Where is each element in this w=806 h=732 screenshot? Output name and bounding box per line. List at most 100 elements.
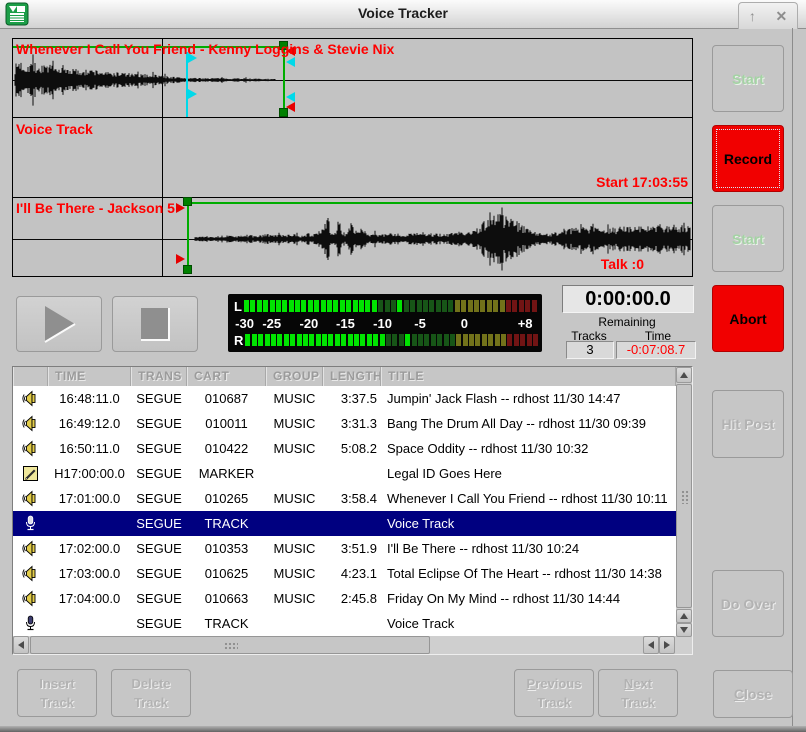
- play-button[interactable]: [16, 296, 102, 352]
- scroll-left-button-2[interactable]: [643, 636, 659, 654]
- meter-segment: [333, 300, 338, 312]
- delete-track-button[interactable]: DeleteTrack: [111, 669, 191, 717]
- track1-fade-end-handle-bottom[interactable]: [286, 92, 295, 102]
- hit-post-button[interactable]: Hit Post: [712, 390, 784, 458]
- log-row[interactable]: 16:49:12.0SEGUE010011MUSIC3:31.3Bang The…: [13, 411, 676, 436]
- log-rows: 16:48:11.0SEGUE010687MUSIC3:37.5Jumpin' …: [13, 386, 676, 638]
- log-cell-title: Voice Track: [381, 516, 676, 531]
- log-row-selected[interactable]: SEGUETRACKVoice Track: [13, 511, 676, 536]
- vertical-scrollbar[interactable]: [676, 367, 692, 654]
- meter-segment: [527, 334, 532, 346]
- log-cell-group: MUSIC: [266, 591, 323, 606]
- meter-scale-tick: 0: [461, 316, 468, 331]
- log-cell-title: Total Eclipse Of The Heart -- rdhost 11/…: [381, 566, 676, 581]
- meter-segment: [252, 334, 257, 346]
- log-cell-length: 5:08.2: [323, 441, 381, 456]
- scroll-right-button[interactable]: [659, 636, 675, 654]
- track3-start-handle-top[interactable]: [176, 203, 185, 213]
- log-cell-title: Friday On My Mind -- rdhost 11/30 14:44: [381, 591, 676, 606]
- track1-fade-handle-bottom[interactable]: [188, 89, 197, 99]
- speaker-icon: [13, 440, 48, 457]
- meter-segment: [475, 334, 480, 346]
- meter-segment: [295, 300, 300, 312]
- scroll-up-button[interactable]: [676, 367, 692, 383]
- track3-marker-handle-bottom[interactable]: [183, 265, 192, 274]
- track3-start-marker-line[interactable]: [187, 198, 189, 274]
- window-title: Voice Tracker: [0, 5, 806, 21]
- next-track-button[interactable]: NextTrack: [598, 669, 678, 717]
- track3-talk-time: Talk :0: [601, 256, 644, 272]
- meter-right-label: R: [234, 333, 243, 348]
- track3-start-handle-bottom[interactable]: [176, 254, 185, 264]
- meter-segment: [493, 300, 498, 312]
- stop-button[interactable]: [112, 296, 198, 352]
- log-cell-trans: SEGUE: [131, 566, 187, 581]
- window-bottom-edge: [0, 726, 806, 732]
- meter-segment: [380, 334, 385, 346]
- scroll-down-button[interactable]: [676, 623, 692, 637]
- meter-segment: [448, 300, 453, 312]
- log-row[interactable]: H17:00:00.0SEGUEMARKERLegal ID Goes Here: [13, 461, 676, 486]
- insert-track-button[interactable]: InsertTrack: [17, 669, 97, 717]
- log-cell-cart: 010625: [187, 566, 266, 581]
- record-button[interactable]: Record: [712, 125, 784, 192]
- log-header: TIME TRANS CART GROUP LENGTH TITLE: [13, 367, 676, 386]
- microphone-icon: [13, 515, 48, 532]
- meter-segment: [301, 300, 306, 312]
- meter-segment: [385, 300, 390, 312]
- log-cell-trans: SEGUE: [131, 416, 187, 431]
- horizontal-scroll-thumb[interactable]: [30, 636, 430, 654]
- close-window-icon[interactable]: ✕: [775, 9, 787, 23]
- log-cell-trans: SEGUE: [131, 516, 187, 531]
- log-row[interactable]: 16:48:11.0SEGUE010687MUSIC3:37.5Jumpin' …: [13, 386, 676, 411]
- log-cell-title: Voice Track: [381, 616, 676, 631]
- meter-segment: [314, 300, 319, 312]
- start-track1-button[interactable]: Start: [712, 45, 784, 112]
- track2-title: Voice Track: [16, 121, 93, 137]
- meter-segment: [250, 300, 255, 312]
- close-button[interactable]: Close: [713, 670, 793, 718]
- meter-segment: [322, 334, 327, 346]
- meter-segment: [271, 334, 276, 346]
- meter-segment: [282, 300, 287, 312]
- log-row[interactable]: 16:50:11.0SEGUE010422MUSIC5:08.2Space Od…: [13, 436, 676, 461]
- shade-window-icon[interactable]: ↑: [749, 9, 756, 23]
- meter-segment: [519, 300, 524, 312]
- do-over-button[interactable]: Do Over: [712, 570, 784, 637]
- track1-fade-end-handle-top[interactable]: [286, 57, 295, 67]
- previous-track-button[interactable]: PreviousTrack: [514, 669, 594, 717]
- log-row[interactable]: SEGUETRACKVoice Track: [13, 611, 676, 636]
- meter-segment: [488, 334, 493, 346]
- meter-scale-tick: -20: [299, 316, 318, 331]
- speaker-icon: [13, 590, 48, 607]
- log-row[interactable]: 17:01:00.0SEGUE010265MUSIC3:58.4Whenever…: [13, 486, 676, 511]
- meter-segment: [373, 334, 378, 346]
- meter-segment: [404, 300, 409, 312]
- vertical-scroll-thumb[interactable]: [676, 384, 692, 608]
- track-editor-canvas[interactable]: Whenever I Call You Friend - Kenny Loggi…: [12, 38, 693, 277]
- titlebar[interactable]: Voice Tracker ↑ ✕: [0, 0, 806, 29]
- scroll-left-button[interactable]: [13, 636, 29, 654]
- meter-segment: [303, 334, 308, 346]
- abort-button[interactable]: Abort: [712, 285, 784, 352]
- log-row[interactable]: 17:03:00.0SEGUE010625MUSIC4:23.1Total Ec…: [13, 561, 676, 586]
- meter-segment: [360, 334, 365, 346]
- meter-segment: [514, 334, 519, 346]
- log-cell-cart: TRACK: [187, 616, 266, 631]
- log-row[interactable]: 17:04:00.0SEGUE010663MUSIC2:45.8Friday O…: [13, 586, 676, 611]
- meter-segment: [423, 300, 428, 312]
- log-cell-title: Legal ID Goes Here: [381, 466, 676, 481]
- log-cell-time: 17:04:00.0: [48, 591, 131, 606]
- meter-scale-tick: -15: [336, 316, 355, 331]
- start-track3-button[interactable]: Start: [712, 205, 784, 272]
- scroll-up-button-2[interactable]: [676, 609, 692, 623]
- log-cell-title: Whenever I Call You Friend -- rdhost 11/…: [381, 491, 676, 506]
- log-cell-title: Jumpin' Jack Flash -- rdhost 11/30 14:47: [381, 391, 676, 406]
- play-icon: [37, 303, 81, 345]
- horizontal-scrollbar[interactable]: [13, 636, 676, 654]
- log-row[interactable]: 17:02:00.0SEGUE010353MUSIC3:51.9I'll Be …: [13, 536, 676, 561]
- meter-segment: [392, 334, 397, 346]
- meter-segment: [335, 334, 340, 346]
- track1-end-handle-bottom[interactable]: [286, 102, 295, 112]
- meter-segment: [378, 300, 383, 312]
